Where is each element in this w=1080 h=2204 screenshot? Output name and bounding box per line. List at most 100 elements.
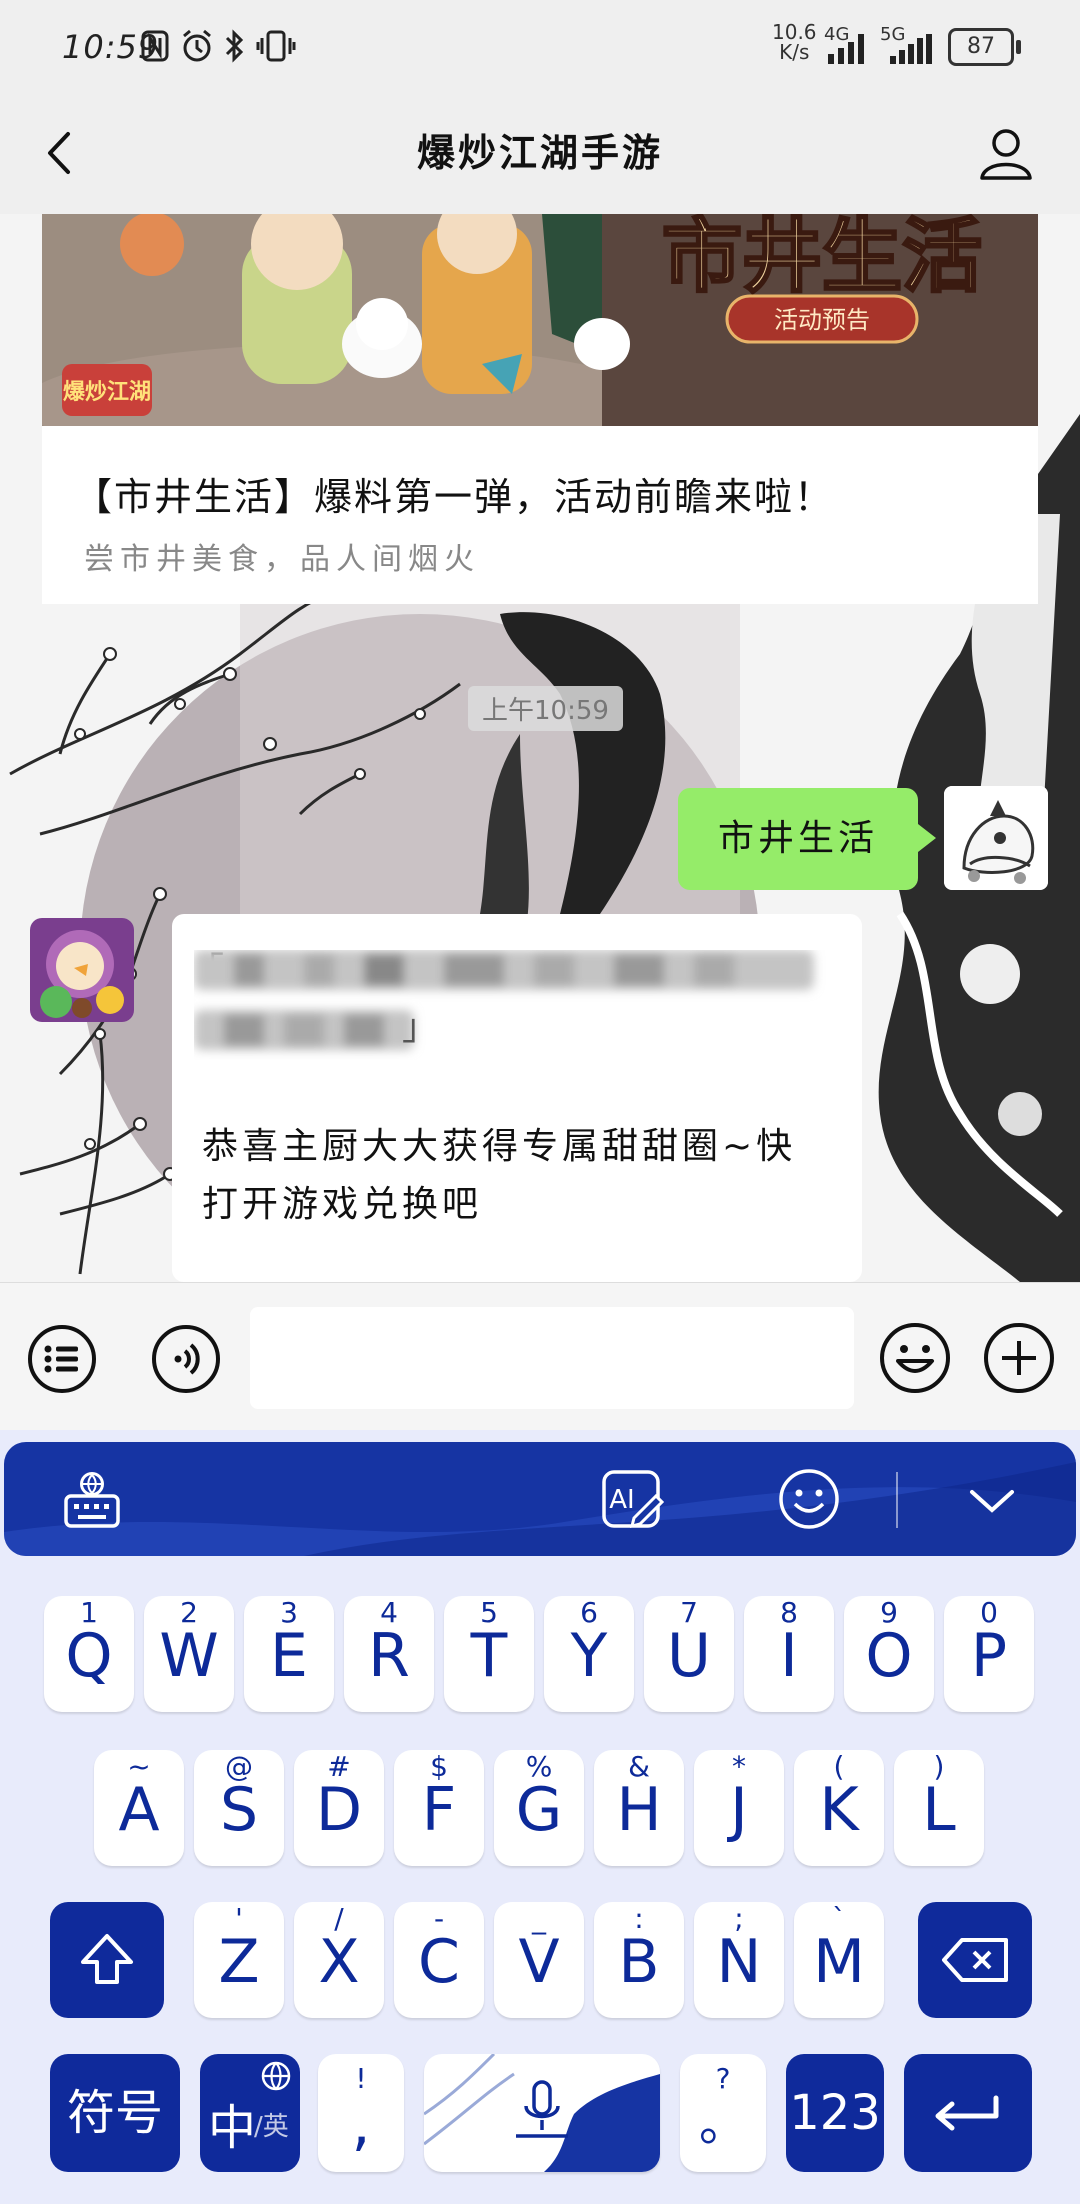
received-message-line-1: 恭喜主厨大大获得专属甜甜圈~快 (202, 1126, 797, 1167)
microphone-icon (516, 2080, 568, 2138)
comma-key[interactable]: !, (318, 2054, 404, 2172)
key-label: W (159, 1621, 219, 1691)
key-z[interactable]: ' Z (194, 1902, 284, 2018)
key-s[interactable]: @ S (194, 1750, 284, 1866)
article-title: 【市井生活】爆料第一弹，活动前瞻来啦！ (74, 475, 835, 519)
key-l[interactable]: ) L (894, 1750, 984, 1866)
my-avatar[interactable] (944, 786, 1048, 890)
keyboard-toolbar: AI (4, 1442, 1076, 1556)
key-label: N (716, 1927, 762, 1997)
official-account-avatar[interactable] (30, 918, 134, 1022)
ai-writing-icon[interactable]: AI (598, 1466, 664, 1532)
key-j[interactable]: * J (694, 1750, 784, 1866)
key-m[interactable]: ` M (794, 1902, 884, 2018)
key-label: L (922, 1775, 956, 1845)
key-label: J (730, 1775, 748, 1845)
message-timestamp: 上午10:59 (468, 686, 623, 731)
received-message-text: 恭喜主厨大大获得专属甜甜圈~快 打开游戏兑换吧 (202, 1118, 842, 1234)
menu-list-icon[interactable] (26, 1323, 98, 1395)
network-speed-value: 10.6 (772, 20, 817, 44)
key-label: H (616, 1775, 662, 1845)
key-label: 。 (698, 2096, 747, 2152)
nfc-icon (141, 30, 169, 62)
key-p[interactable]: 0P (944, 1596, 1034, 1712)
bluetooth-icon (225, 29, 244, 63)
key-label: S (219, 1775, 259, 1845)
key-label: Q (65, 1621, 113, 1691)
toolbar-wave-decoration (4, 1462, 1076, 1556)
key-label: T (470, 1621, 508, 1691)
received-message-line-2: 打开游戏兑换吧 (202, 1184, 483, 1225)
key-a[interactable]: ~ A (94, 1750, 184, 1866)
key-y[interactable]: 6Y (544, 1596, 634, 1712)
keyboard-emoji-icon[interactable] (776, 1466, 842, 1532)
key-q[interactable]: 1Q (44, 1596, 134, 1712)
key-label: F (421, 1775, 457, 1845)
language-switch-key[interactable]: 中 /英 (200, 2054, 300, 2172)
key-label: Z (218, 1927, 260, 1997)
chat-area[interactable]: 爆炒江湖 市井生活 活动预告 【市井生活】爆料第一弹，活动前瞻来啦！ 尝市井美食… (0, 214, 1080, 1282)
key-label: M (813, 1927, 865, 1997)
key-d[interactable]: # D (294, 1750, 384, 1866)
key-h[interactable]: & H (594, 1750, 684, 1866)
key-v[interactable]: _ V (494, 1902, 584, 2018)
key-label: , (351, 2089, 371, 2159)
key-label: E (270, 1621, 308, 1691)
key-g[interactable]: % G (494, 1750, 584, 1866)
enter-key[interactable] (904, 2054, 1032, 2172)
key-e[interactable]: 3E (244, 1596, 334, 1712)
received-message-bubble[interactable]: 「 」 恭喜主厨大大获得专属甜甜圈~快 打开游戏兑换吧 (172, 914, 862, 1282)
add-more-icon[interactable] (982, 1321, 1056, 1395)
banner-title: 市井生活 (662, 214, 982, 303)
article-banner-image[interactable]: 爆炒江湖 市井生活 活动预告 (42, 214, 1038, 426)
network-speed: 10.6 K/s (772, 22, 817, 62)
status-bar: 10:59 10.6 K/s 4G 5G 87 (0, 0, 1080, 92)
backspace-key[interactable] (918, 1902, 1032, 2018)
backspace-icon (942, 1938, 1008, 1982)
key-label: V (518, 1927, 560, 1997)
key-label: U (667, 1621, 711, 1691)
key-n[interactable]: ; N (694, 1902, 784, 2018)
key-o[interactable]: 9O (844, 1596, 934, 1712)
sent-message-bubble[interactable]: 市井生活 (678, 788, 936, 890)
key-label: O (865, 1621, 913, 1691)
ai-label: AI (609, 1485, 634, 1515)
chat-title: 爆炒江湖手游 (416, 130, 663, 175)
banner-tag: 活动预告 (774, 306, 870, 334)
globe-icon (261, 2061, 291, 2091)
voice-input-icon[interactable] (150, 1323, 222, 1395)
shift-arrow-icon (81, 1934, 133, 1984)
symbols-key[interactable]: 符号 (50, 2054, 180, 2172)
key-c[interactable]: -C (394, 1902, 484, 2018)
alarm-icon (183, 29, 211, 62)
profile-icon[interactable] (978, 128, 1034, 180)
period-key[interactable]: ?。 (680, 2054, 766, 2172)
key-label: P (970, 1621, 1008, 1691)
numbers-key[interactable]: 123 (786, 2054, 884, 2172)
key-w[interactable]: 2W (144, 1596, 234, 1712)
article-card[interactable]: 【市井生活】爆料第一弹，活动前瞻来啦！ 尝市井美食，品人间烟火 (42, 426, 1038, 604)
signal-strength-icon (890, 34, 932, 64)
key-r[interactable]: 4R (344, 1596, 434, 1712)
key-i[interactable]: 8I (744, 1596, 834, 1712)
space-voice-key[interactable] (424, 2054, 660, 2172)
keyboard-settings-globe-icon[interactable] (60, 1468, 124, 1532)
shift-key[interactable] (50, 1902, 164, 2018)
language-alt-label: /英 (254, 2112, 289, 2142)
chat-header: 爆炒江湖手游 (0, 92, 1080, 214)
collapse-keyboard-chevron-down-icon[interactable] (964, 1480, 1020, 1520)
article-subtitle: 尝市井美食，品人间烟火 (84, 542, 480, 577)
emoji-icon[interactable] (878, 1321, 952, 1395)
key-f[interactable]: $ F (394, 1750, 484, 1866)
key-label: B (618, 1927, 660, 1997)
banner-logo: 爆炒江湖 (63, 380, 151, 405)
key-b[interactable]: :B (594, 1902, 684, 2018)
signal-strength-icon (828, 34, 864, 64)
key-k[interactable]: (K (794, 1750, 884, 1866)
key-t[interactable]: 5T (444, 1596, 534, 1712)
key-x[interactable]: / X (294, 1902, 384, 2018)
key-label: Y (570, 1621, 608, 1691)
key-u[interactable]: 7U (644, 1596, 734, 1712)
message-input[interactable] (250, 1307, 854, 1409)
battery-indicator: 87 (948, 28, 1021, 66)
